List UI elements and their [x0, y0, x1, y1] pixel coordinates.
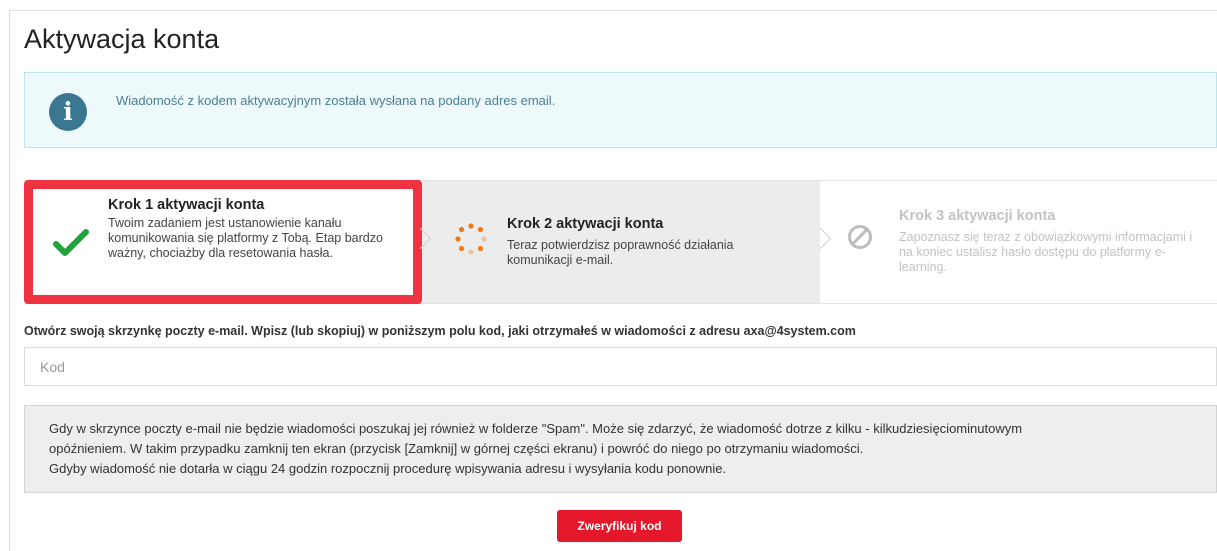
info-icon: i	[49, 93, 87, 131]
note-line: Gdy w skrzynce poczty e-mail nie będzie …	[49, 421, 1023, 436]
code-input[interactable]	[24, 347, 1217, 386]
info-message: Wiadomość z kodem aktywacyjnym została w…	[116, 93, 556, 108]
step-2-description: Teraz potwierdzisz poprawność działania …	[507, 238, 734, 267]
step-3: Krok 3 aktywacji konta Zapoznasz się ter…	[820, 181, 1217, 303]
verify-code-button[interactable]: Zweryfikuj kod	[557, 510, 682, 542]
check-icon	[53, 229, 89, 256]
spinner-icon	[455, 223, 487, 255]
step-3-description: Zapoznasz się teraz z obowiązkowymi info…	[899, 230, 1193, 274]
step-1-title: Krok 1 aktywacji konta	[108, 197, 265, 213]
ban-icon	[848, 225, 872, 249]
code-instruction: Otwórz swoją skrzynkę poczty e-mail. Wpi…	[24, 324, 856, 338]
step-3-title: Krok 3 aktywacji konta	[899, 208, 1056, 224]
step-2-title: Krok 2 aktywacji konta	[507, 216, 664, 232]
spam-note: Gdy w skrzynce poczty e-mail nie będzie …	[24, 405, 1217, 493]
step-1-description: Twoim zadaniem jest ustanowienie kanału …	[108, 216, 383, 260]
page-title: Aktywacja konta	[24, 24, 220, 54]
activation-steps: Krok 2 aktywacji konta Teraz potwierdzis…	[24, 180, 1217, 304]
note-line: Gdyby wiadomość nie dotarła w ciągu 24 g…	[49, 461, 727, 476]
note-line: opóźnieniem. W takim przypadku zamknij t…	[49, 441, 864, 456]
info-alert: i Wiadomość z kodem aktywacyjnym została…	[24, 72, 1217, 148]
step-1: Krok 1 aktywacji konta Twoim zadaniem je…	[24, 180, 422, 304]
step-2: Krok 2 aktywacji konta Teraz potwierdzis…	[422, 181, 820, 303]
